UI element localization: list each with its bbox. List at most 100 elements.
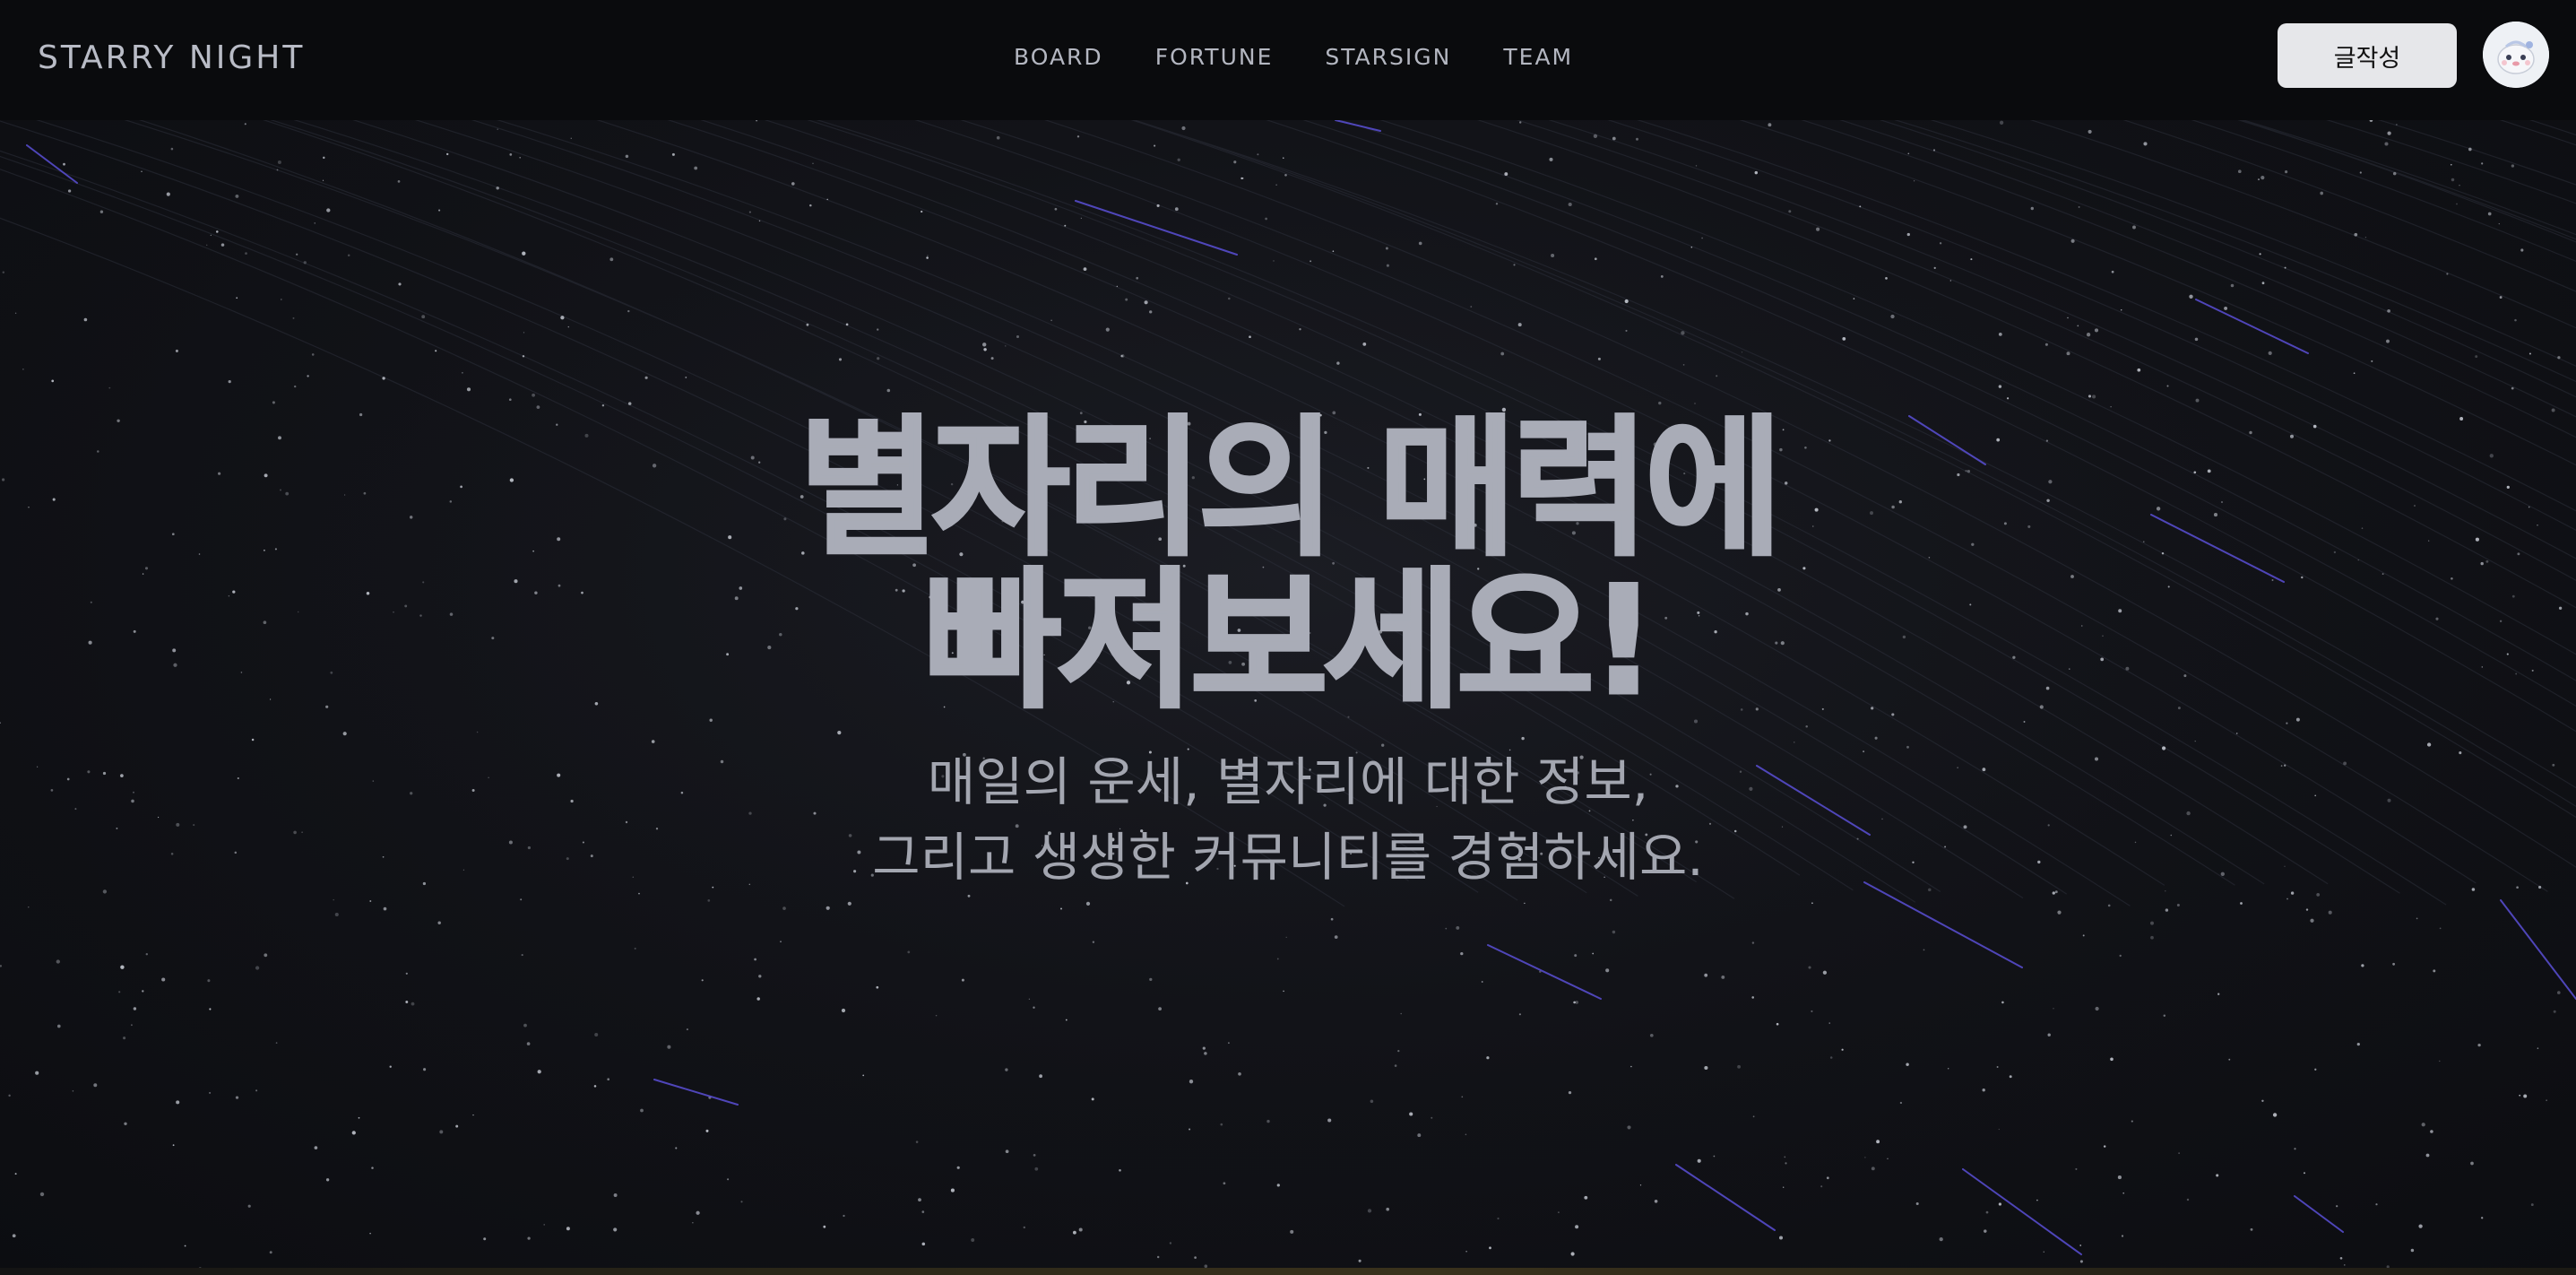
star	[314, 1146, 318, 1149]
star	[686, 1028, 688, 1031]
star	[255, 1089, 258, 1092]
star	[921, 210, 923, 213]
star	[1939, 242, 1942, 245]
star	[1984, 1229, 1987, 1233]
star	[2178, 1152, 2180, 1154]
star	[2176, 903, 2180, 907]
star	[1768, 123, 1772, 127]
star	[1828, 1022, 1830, 1024]
star	[244, 123, 246, 126]
star	[2082, 934, 2085, 937]
star	[685, 376, 687, 378]
nav-item-board[interactable]: BOARD	[1014, 39, 1103, 75]
star	[1716, 375, 1718, 377]
star	[567, 325, 570, 328]
star	[2230, 283, 2235, 288]
star	[280, 299, 282, 300]
star	[294, 385, 297, 388]
star	[706, 1130, 709, 1132]
star	[692, 1222, 694, 1224]
star	[1385, 247, 1388, 250]
star	[245, 252, 247, 255]
avatar[interactable]	[2483, 22, 2549, 88]
star	[2268, 351, 2272, 355]
star	[207, 979, 211, 983]
star	[326, 208, 331, 212]
star	[1362, 343, 1367, 346]
star	[2392, 171, 2397, 176]
star	[1829, 1056, 1833, 1059]
star	[235, 194, 239, 198]
star	[2439, 1060, 2441, 1062]
star	[369, 1232, 371, 1235]
star	[1233, 160, 1237, 164]
star	[791, 182, 795, 186]
star	[72, 1090, 74, 1092]
nav-item-team[interactable]: TEAM	[1503, 39, 1573, 75]
star	[1334, 935, 1338, 939]
nav-item-fortune[interactable]: FORTUNE	[1155, 39, 1274, 75]
star	[523, 1023, 527, 1028]
star	[1445, 927, 1448, 930]
star	[2165, 908, 2169, 912]
star	[570, 137, 572, 139]
star	[2150, 935, 2154, 940]
star	[1005, 1149, 1009, 1154]
star	[1998, 1128, 2000, 1131]
star	[1605, 968, 1610, 973]
star	[1609, 898, 1612, 902]
star	[2260, 176, 2265, 180]
star	[2551, 408, 2555, 412]
star	[1039, 1074, 1042, 1079]
star	[1059, 907, 1063, 910]
star	[1284, 173, 1287, 177]
star	[2044, 343, 2048, 346]
star	[877, 357, 880, 360]
star	[2, 271, 5, 274]
star	[2131, 1120, 2133, 1123]
star	[141, 170, 143, 172]
star	[2421, 1123, 2425, 1127]
star	[2416, 917, 2418, 920]
star	[1933, 266, 1936, 270]
star	[445, 152, 449, 156]
star	[2425, 1153, 2430, 1158]
hero-subtitle-line-2: 그리고 생생한 커뮤니티를 경험하세요.	[872, 827, 1704, 888]
star	[1612, 136, 1616, 141]
star	[1085, 901, 1091, 906]
star	[405, 972, 408, 975]
star	[812, 162, 814, 165]
star	[307, 375, 309, 377]
star	[358, 1116, 360, 1119]
star	[1465, 1133, 1467, 1136]
star	[2075, 1167, 2078, 1170]
star	[2107, 904, 2111, 907]
star	[1573, 1001, 1576, 1004]
star	[1189, 1080, 1194, 1084]
star	[2305, 908, 2309, 911]
star	[1028, 998, 1031, 1000]
star	[2553, 1010, 2556, 1013]
star	[2387, 131, 2391, 135]
site-logo[interactable]: STARRY NIGHT	[38, 36, 305, 81]
star	[519, 156, 522, 159]
star	[1737, 1064, 1742, 1069]
star	[1119, 1168, 1121, 1172]
star	[1864, 1157, 1866, 1158]
star	[1654, 1199, 1658, 1203]
nav-item-starsign[interactable]: STARSIGN	[1325, 39, 1451, 75]
star	[2353, 372, 2356, 375]
star	[1551, 253, 1555, 258]
write-post-button[interactable]: 글작성	[2278, 23, 2457, 88]
star	[2557, 991, 2561, 994]
star	[601, 403, 605, 407]
star	[2261, 1099, 2264, 1103]
star	[1826, 1176, 1829, 1180]
star	[915, 1141, 919, 1143]
star	[411, 1002, 415, 1006]
star	[2189, 294, 2193, 299]
hero-subtitle-line-1: 매일의 운세, 별자리에 대한 정보,	[927, 751, 1649, 812]
star	[83, 317, 88, 322]
star	[1785, 1162, 1787, 1165]
star	[1358, 1259, 1361, 1262]
